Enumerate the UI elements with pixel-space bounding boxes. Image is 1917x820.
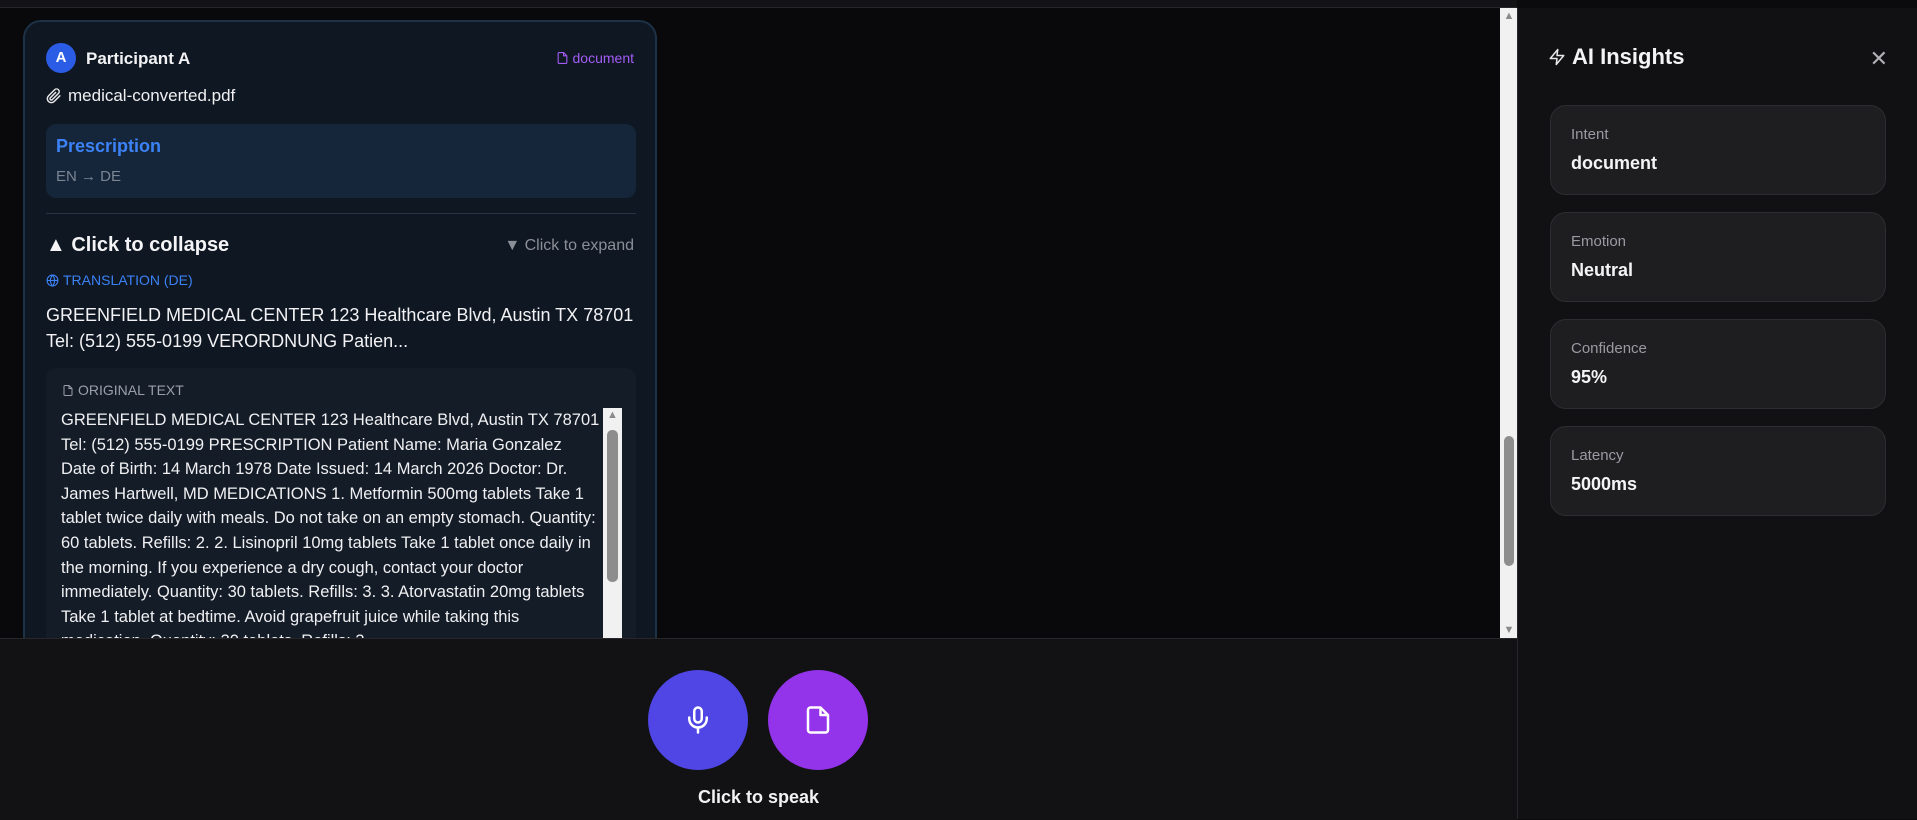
speak-hint: Click to speak	[697, 787, 820, 807]
original-text-box: ORIGINAL TEXT GREENFIELD MEDICAL CENTER …	[46, 368, 636, 638]
input-controls: Click to speak	[0, 638, 1517, 820]
document-tag-label: document	[572, 50, 634, 66]
globe-icon	[46, 274, 59, 287]
metric-label: Emotion	[1571, 233, 1627, 250]
document-type-box: Prescription EN → DE	[46, 124, 636, 198]
language-pair: EN → DE	[56, 168, 122, 185]
file-icon	[63, 385, 73, 396]
original-text-scrollbar[interactable]: ▲	[603, 408, 622, 638]
main-scrollbar[interactable]: ▲ ▼	[1500, 8, 1518, 638]
conversation-area: A Participant A document medical-convert…	[0, 8, 1500, 638]
metric-emotion: Emotion Neutral	[1550, 212, 1886, 302]
scroll-up-arrow[interactable]: ▲	[603, 408, 622, 422]
scroll-up-arrow[interactable]: ▲	[1500, 8, 1518, 24]
ai-insights-panel: AI Insights ✕ Intent document Emotion Ne…	[1517, 8, 1917, 819]
scroll-thumb[interactable]	[607, 430, 618, 582]
document-icon	[806, 706, 830, 734]
participant-name: Participant A	[86, 49, 191, 68]
metric-intent: Intent document	[1550, 105, 1886, 195]
metric-confidence: Confidence 95%	[1550, 319, 1886, 409]
scroll-down-arrow[interactable]: ▼	[1500, 622, 1518, 638]
scroll-thumb[interactable]	[1504, 436, 1514, 566]
paperclip-icon	[46, 88, 61, 104]
metric-label: Latency	[1571, 447, 1624, 464]
original-text-label-text: ORIGINAL TEXT	[78, 382, 184, 398]
metric-value: document	[1571, 153, 1658, 173]
translation-label-text: TRANSLATION (DE)	[63, 272, 193, 288]
attachment-name: medical-converted.pdf	[68, 86, 236, 105]
metric-latency: Latency 5000ms	[1550, 426, 1886, 516]
avatar: A	[46, 43, 76, 73]
collapse-toggle[interactable]: ▲ Click to collapse	[46, 234, 229, 257]
document-type-title: Prescription	[56, 136, 162, 156]
document-upload-button[interactable]	[768, 670, 868, 770]
divider	[46, 213, 636, 214]
metric-value: 95%	[1571, 367, 1608, 387]
metric-label: Confidence	[1571, 340, 1647, 357]
translation-label: TRANSLATION (DE)	[46, 272, 193, 288]
metric-label: Intent	[1571, 126, 1609, 143]
card-header: A Participant A document	[46, 43, 634, 73]
attachment-row[interactable]: medical-converted.pdf	[46, 86, 235, 106]
panel-title: AI Insights	[1548, 44, 1684, 70]
metric-value: Neutral	[1571, 260, 1634, 280]
original-text: GREENFIELD MEDICAL CENTER 123 Healthcare…	[61, 411, 600, 638]
metric-value: 5000ms	[1571, 474, 1638, 494]
message-card: A Participant A document medical-convert…	[23, 20, 657, 638]
file-icon	[557, 52, 567, 64]
expand-toggle[interactable]: ▼ Click to expand	[504, 237, 634, 255]
close-icon[interactable]: ✕	[1870, 46, 1888, 72]
original-text-label: ORIGINAL TEXT	[62, 382, 184, 398]
top-bar	[0, 0, 1517, 8]
document-tag: document	[556, 50, 634, 66]
microphone-icon	[688, 706, 708, 734]
microphone-button[interactable]	[648, 670, 748, 770]
panel-title-text: AI Insights	[1572, 44, 1685, 69]
zap-icon	[1549, 48, 1565, 66]
translation-text: GREENFIELD MEDICAL CENTER 123 Healthcare…	[46, 305, 634, 351]
